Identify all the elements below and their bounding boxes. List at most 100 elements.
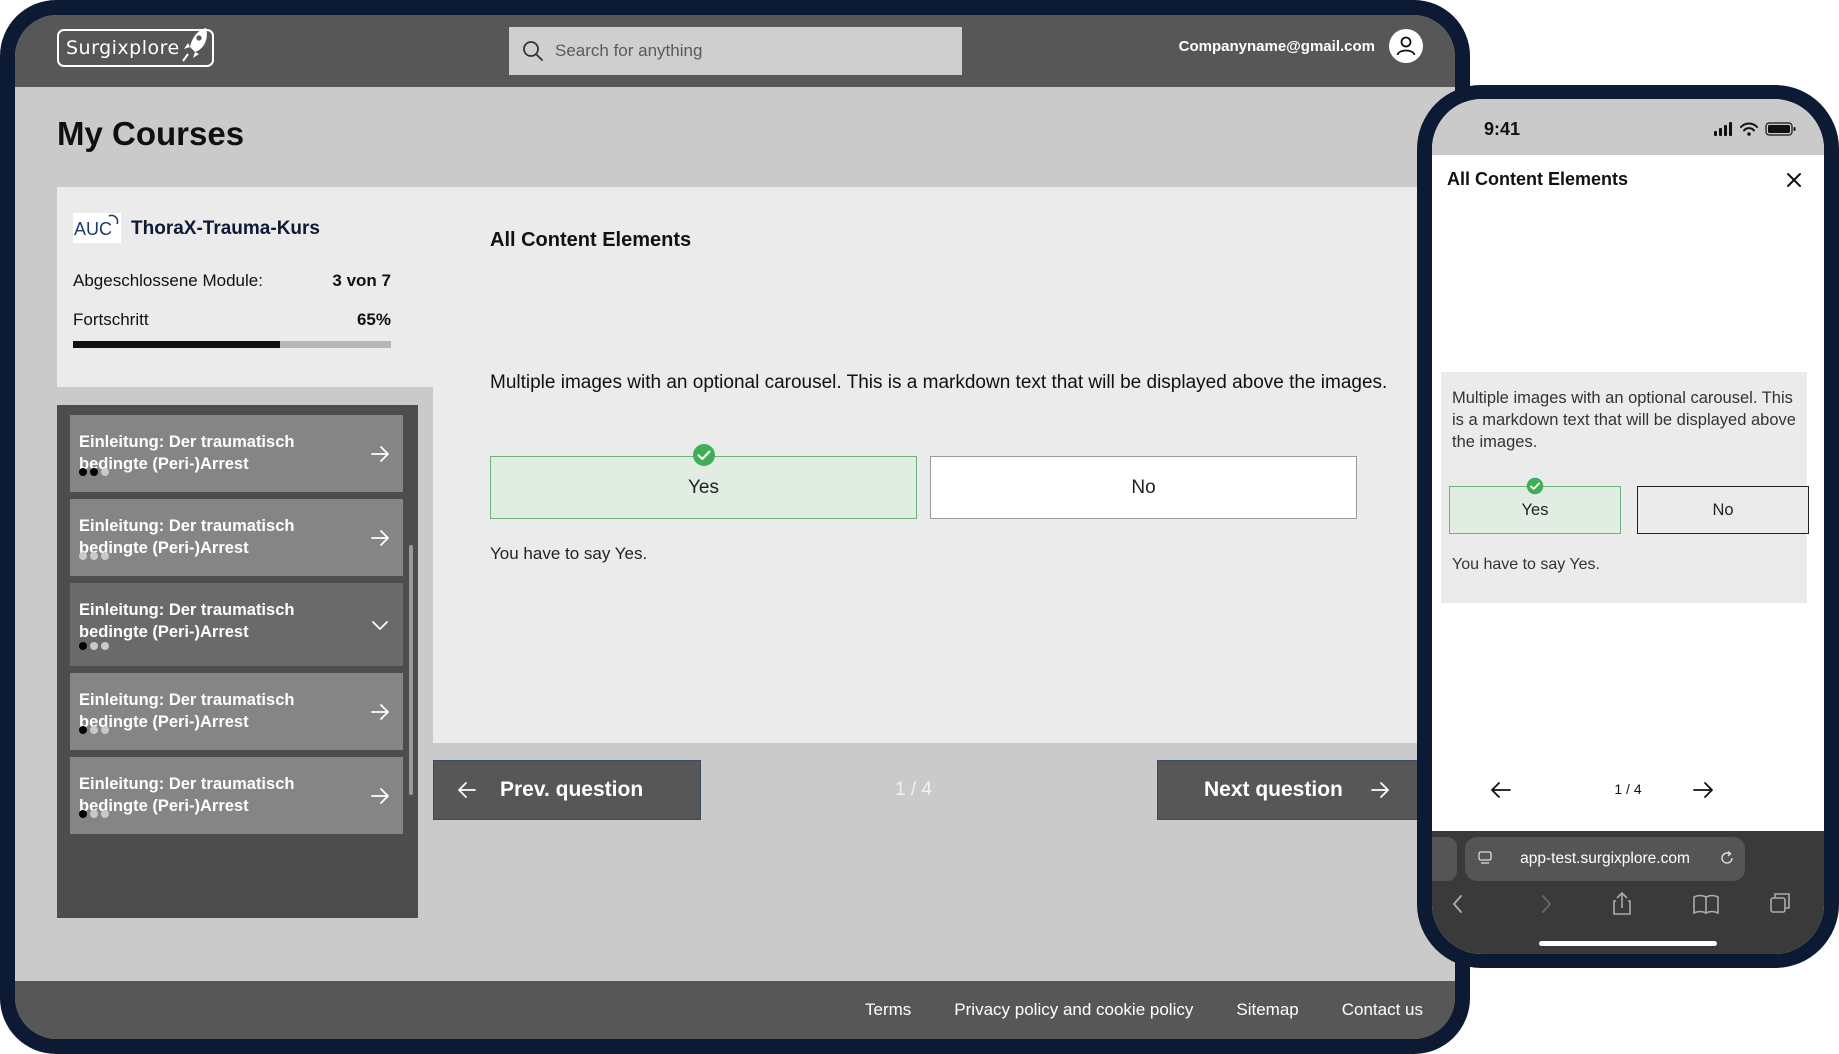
modules-completed-row: Abgeschlossene Module: 3 von 7 xyxy=(73,271,391,291)
page-settings-icon[interactable] xyxy=(1477,850,1493,866)
progress-label: Fortschritt xyxy=(73,310,149,329)
question-counter: 1 / 4 xyxy=(895,779,932,800)
back-icon xyxy=(1453,895,1462,913)
prev-question-button[interactable]: Prev. question xyxy=(433,760,701,820)
module-progress-dots xyxy=(79,552,109,560)
arrow-left-icon xyxy=(458,782,476,798)
answer-hint: You have to say Yes. xyxy=(490,544,648,563)
search-placeholder: Search for anything xyxy=(555,41,703,60)
avatar[interactable] xyxy=(1389,29,1423,63)
modules-completed-label: Abgeschlossene Module: xyxy=(73,271,263,290)
module-item[interactable]: Einleitung: Der traumatisch bedingte (Pe… xyxy=(70,757,403,834)
progress-dot-pending xyxy=(90,810,98,818)
module-progress-dots xyxy=(79,810,109,818)
search-bar[interactable]: Search for anything xyxy=(509,27,962,75)
mobile-answer-no-button[interactable]: No xyxy=(1637,486,1809,534)
progress-value: 65% xyxy=(356,310,391,329)
next-question-button[interactable]: Next question xyxy=(1157,760,1455,820)
module-progress-dots xyxy=(79,468,109,476)
mobile-next-arrow-icon[interactable] xyxy=(1690,777,1716,803)
module-item-expanded[interactable]: Einleitung: Der traumatisch bedingte (Pe… xyxy=(70,583,403,666)
address-bar[interactable]: app-test.surgixplore.com xyxy=(1465,837,1745,881)
signal-icon xyxy=(1714,122,1732,136)
footer: Terms Privacy policy and cookie policy S… xyxy=(15,981,1455,1039)
module-title: Einleitung: Der traumatisch bedingte (Pe… xyxy=(79,433,295,473)
module-item[interactable]: Einleitung: Der traumatisch bedingte (Pe… xyxy=(70,673,403,750)
progress-dot-done xyxy=(79,642,87,650)
mobile-answer-yes-button[interactable]: Yes xyxy=(1449,477,1621,534)
browser-bar: app-test.surgixplore.com xyxy=(1432,831,1824,954)
module-list-scrollbar[interactable] xyxy=(409,545,413,795)
arrow-right-icon xyxy=(371,529,389,546)
battery-icon xyxy=(1765,122,1796,136)
share-icon xyxy=(1613,891,1631,915)
phone-screen: 9:41 All Content Elements Multiple image… xyxy=(1432,99,1824,954)
check-circle-icon xyxy=(692,444,715,466)
close-icon[interactable] xyxy=(1786,172,1802,188)
progress-dot-done xyxy=(79,810,87,818)
progress-dot-done xyxy=(79,468,87,476)
answer-yes-button[interactable]: Yes xyxy=(490,444,917,519)
module-progress-dots xyxy=(79,726,109,734)
progress-dot-pending xyxy=(79,552,87,560)
page-title: My Courses xyxy=(57,115,245,152)
module-item[interactable]: Einleitung: Der traumatisch bedingte (Pe… xyxy=(70,415,403,492)
logo[interactable]: Surgixplore xyxy=(57,28,214,67)
mobile-question-panel: Multiple images with an optional carouse… xyxy=(1441,372,1809,603)
chevron-down-icon xyxy=(372,620,388,630)
arrow-right-icon xyxy=(1370,782,1389,798)
module-progress-dots xyxy=(79,642,109,650)
arrow-right-icon xyxy=(371,445,389,462)
logo-text: Surgixplore xyxy=(66,37,180,59)
address-url: app-test.surgixplore.com xyxy=(1520,850,1690,867)
footer-link-contact[interactable]: Contact us xyxy=(1342,1000,1423,1020)
mobile-answer-hint: You have to say Yes. xyxy=(1452,556,1600,573)
footer-link-sitemap[interactable]: Sitemap xyxy=(1236,1000,1298,1020)
progress-dot-pending xyxy=(101,642,109,650)
status-time: 9:41 xyxy=(1484,119,1521,139)
answer-no-button[interactable]: No xyxy=(930,456,1357,519)
progress-bar xyxy=(73,341,391,348)
content-text: Multiple images with an optional carouse… xyxy=(490,372,1388,393)
progress-dot-pending xyxy=(90,642,98,650)
home-indicator xyxy=(1539,941,1717,946)
forward-icon xyxy=(1542,895,1551,913)
module-title: Einleitung: Der traumatisch bedingte (Pe… xyxy=(79,601,295,641)
modules-completed-value: 3 von 7 xyxy=(332,271,391,290)
arrow-right-icon xyxy=(371,703,389,720)
progress-dot-pending xyxy=(90,726,98,734)
progress-dot-pending xyxy=(101,552,109,560)
bookmarks-icon xyxy=(1693,894,1719,915)
prev-question-label: Prev. question xyxy=(500,778,644,801)
progress-dot-done xyxy=(90,468,98,476)
check-circle-icon xyxy=(1526,477,1544,495)
phone-device: 9:41 All Content Elements Multiple image… xyxy=(1417,85,1839,968)
module-title: Einleitung: Der traumatisch bedingte (Pe… xyxy=(79,517,295,557)
module-title: Einleitung: Der traumatisch bedingte (Pe… xyxy=(79,691,295,731)
course-logo: AUC xyxy=(73,213,121,243)
content-title: All Content Elements xyxy=(490,229,692,251)
progress-dot-pending xyxy=(90,552,98,560)
app-header: Surgixplore Search for anything Companyn… xyxy=(15,15,1455,87)
progress-dot-pending xyxy=(101,810,109,818)
progress-bar-fill xyxy=(73,341,280,348)
course-summary-card: AUC ThoraX-Trauma-Kurs Abgeschlossene Mo… xyxy=(57,187,433,387)
content-panel: All Content Elements Multiple images wit… xyxy=(433,187,1455,743)
reload-icon[interactable] xyxy=(1719,850,1735,866)
wifi-icon xyxy=(1740,122,1758,132)
account-email: Companyname@gmail.com xyxy=(1178,37,1375,55)
tablet-device: Surgixplore Search for anything Companyn… xyxy=(0,0,1470,1054)
previous-tab[interactable] xyxy=(1432,837,1457,881)
mobile-question-counter: 1 / 4 xyxy=(1614,781,1642,797)
footer-link-terms[interactable]: Terms xyxy=(865,1000,911,1020)
progress-dot-pending xyxy=(101,468,109,476)
answer-yes-label: Yes xyxy=(688,476,719,498)
module-item[interactable]: Einleitung: Der traumatisch bedingte (Pe… xyxy=(70,499,403,576)
course-name: ThoraX-Trauma-Kurs xyxy=(131,218,320,239)
footer-link-privacy[interactable]: Privacy policy and cookie policy xyxy=(954,1000,1193,1020)
status-icons xyxy=(1714,122,1796,136)
module-title: Einleitung: Der traumatisch bedingte (Pe… xyxy=(79,775,295,815)
search-icon xyxy=(523,41,543,61)
account-menu[interactable]: Companyname@gmail.com xyxy=(1179,29,1423,63)
module-list: Einleitung: Der traumatisch bedingte (Pe… xyxy=(57,405,418,918)
